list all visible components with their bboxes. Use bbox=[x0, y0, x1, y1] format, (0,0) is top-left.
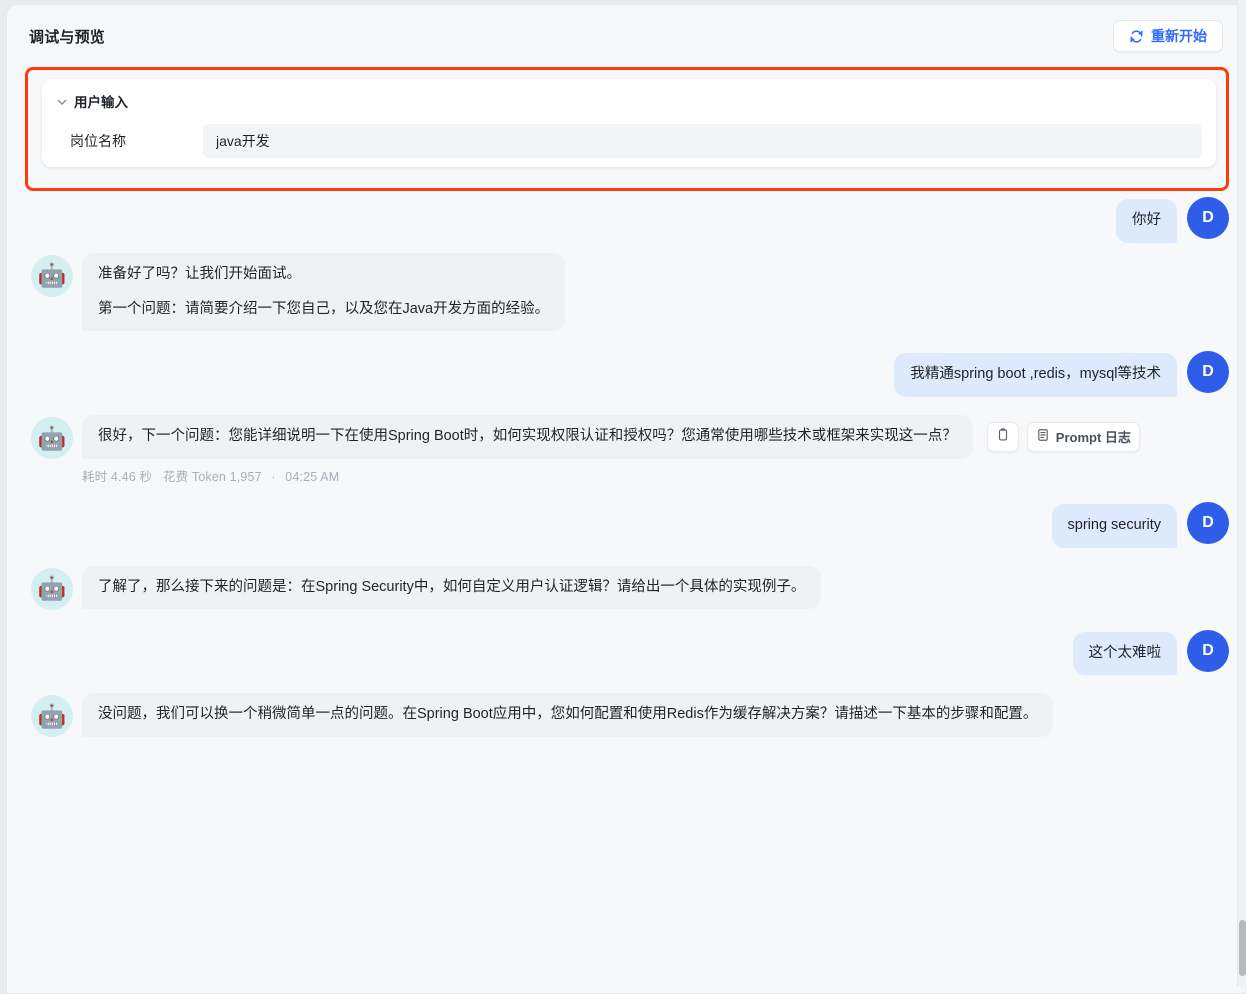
clipboard-icon bbox=[996, 428, 1010, 445]
message-line: 这个太难啦 bbox=[1089, 643, 1162, 665]
message-line: 没问题，我们可以换一个稍微简单一点的问题。在Spring Boot应用中，您如何… bbox=[98, 704, 1037, 726]
meta-time: 04:25 AM bbox=[285, 470, 339, 484]
job-title-label: 岗位名称 bbox=[56, 131, 203, 151]
chat-message-bot: 🤖 准备好了吗？让我们开始面试。 第一个问题：请简要介绍一下您自己，以及您在Ja… bbox=[31, 253, 1229, 332]
bot-message-main: 很好，下一个问题：您能详细说明一下在使用Spring Boot时，如何实现权限认… bbox=[82, 415, 1140, 459]
chat-message-user: 我精通spring boot ,redis，mysql等技术 D bbox=[31, 349, 1229, 397]
robot-icon: 🤖 bbox=[38, 427, 67, 450]
bot-message-stack: 很好，下一个问题：您能详细说明一下在使用Spring Boot时，如何实现权限认… bbox=[82, 415, 1140, 485]
robot-icon: 🤖 bbox=[38, 264, 67, 287]
chat-message-user: spring security D bbox=[31, 500, 1229, 548]
avatar-user: D bbox=[1187, 630, 1229, 672]
meta-duration: 耗时 4.46 秒 bbox=[82, 470, 152, 484]
message-meta: 耗时 4.46 秒 花费 Token 1,957 · 04:25 AM bbox=[82, 466, 1140, 485]
message-actions: Prompt 日志 bbox=[987, 422, 1140, 452]
avatar-user: D bbox=[1187, 502, 1229, 544]
message-bubble: 你好 bbox=[1116, 199, 1177, 243]
user-input-section-title: 用户输入 bbox=[74, 91, 128, 111]
message-bubble: 很好，下一个问题：您能详细说明一下在使用Spring Boot时，如何实现权限认… bbox=[82, 415, 973, 459]
scrollbar-track[interactable] bbox=[1237, 0, 1246, 987]
chat-message-user: 这个太难啦 D bbox=[31, 628, 1229, 676]
message-line: spring security bbox=[1068, 515, 1161, 537]
chat-transcript: 你好 D 🤖 准备好了吗？让我们开始面试。 第一个问题：请简要介绍一下您自己，以… bbox=[7, 195, 1246, 993]
avatar-bot: 🤖 bbox=[31, 695, 73, 737]
avatar-bot: 🤖 bbox=[31, 568, 73, 610]
robot-icon: 🤖 bbox=[38, 705, 67, 728]
avatar-bot: 🤖 bbox=[31, 417, 73, 459]
avatar-bot: 🤖 bbox=[31, 255, 73, 297]
copy-button[interactable] bbox=[987, 422, 1019, 452]
avatar-user: D bbox=[1187, 197, 1229, 239]
message-line: 你好 bbox=[1132, 210, 1161, 232]
job-title-field-row: 岗位名称 bbox=[56, 124, 1202, 158]
message-line: 很好，下一个问题：您能详细说明一下在使用Spring Boot时，如何实现权限认… bbox=[98, 426, 957, 448]
bot-message-main: 准备好了吗？让我们开始面试。 第一个问题：请简要介绍一下您自己，以及您在Java… bbox=[82, 253, 565, 332]
scrollbar-thumb[interactable] bbox=[1239, 920, 1246, 976]
message-line: 第一个问题：请简要介绍一下您自己，以及您在Java开发方面的经验。 bbox=[98, 299, 549, 321]
message-bubble: 我精通spring boot ,redis，mysql等技术 bbox=[894, 353, 1177, 397]
meta-tokens: 花费 Token 1,957 bbox=[163, 470, 262, 484]
message-bubble: 准备好了吗？让我们开始面试。 第一个问题：请简要介绍一下您自己，以及您在Java… bbox=[82, 253, 565, 332]
message-line: 我精通spring boot ,redis，mysql等技术 bbox=[910, 364, 1161, 386]
refresh-icon bbox=[1129, 29, 1144, 44]
header-actions: 重新开始 bbox=[1113, 20, 1223, 52]
chevron-down-icon[interactable] bbox=[56, 95, 68, 107]
chat-message-bot: 🤖 了解了，那么接下来的问题是：在Spring Security中，如何自定义用… bbox=[31, 566, 1229, 610]
chat-message-bot: 🤖 很好，下一个问题：您能详细说明一下在使用Spring Boot时，如何实现权… bbox=[31, 415, 1229, 485]
message-bubble: 了解了，那么接下来的问题是：在Spring Security中，如何自定义用户认… bbox=[82, 566, 821, 610]
prompt-log-label: Prompt 日志 bbox=[1056, 427, 1131, 446]
avatar-user: D bbox=[1187, 351, 1229, 393]
user-input-highlight: 用户输入 岗位名称 bbox=[25, 67, 1229, 191]
user-input-card: 用户输入 岗位名称 bbox=[42, 79, 1216, 167]
restart-button[interactable]: 重新开始 bbox=[1113, 20, 1223, 52]
document-icon bbox=[1036, 428, 1050, 445]
restart-button-label: 重新开始 bbox=[1151, 26, 1207, 46]
bot-message-stack: 准备好了吗？让我们开始面试。 第一个问题：请简要介绍一下您自己，以及您在Java… bbox=[82, 253, 565, 332]
chat-message-user: 你好 D bbox=[31, 195, 1229, 243]
meta-separator: · bbox=[271, 470, 275, 484]
prompt-log-button[interactable]: Prompt 日志 bbox=[1027, 422, 1140, 452]
message-bubble: 没问题，我们可以换一个稍微简单一点的问题。在Spring Boot应用中，您如何… bbox=[82, 693, 1053, 737]
page-title: 调试与预览 bbox=[29, 26, 105, 47]
panel-header: 调试与预览 重新开始 bbox=[7, 5, 1245, 67]
debug-preview-panel: 调试与预览 重新开始 bbox=[6, 4, 1246, 994]
job-title-input[interactable] bbox=[203, 124, 1202, 158]
message-bubble: spring security bbox=[1052, 504, 1177, 548]
robot-icon: 🤖 bbox=[38, 577, 67, 600]
user-input-section-header[interactable]: 用户输入 bbox=[56, 91, 1202, 111]
message-line: 了解了，那么接下来的问题是：在Spring Security中，如何自定义用户认… bbox=[98, 577, 805, 599]
message-line: 准备好了吗？让我们开始面试。 bbox=[98, 264, 549, 286]
chat-message-bot: 🤖 没问题，我们可以换一个稍微简单一点的问题。在Spring Boot应用中，您… bbox=[31, 693, 1229, 737]
message-bubble: 这个太难啦 bbox=[1073, 632, 1178, 676]
